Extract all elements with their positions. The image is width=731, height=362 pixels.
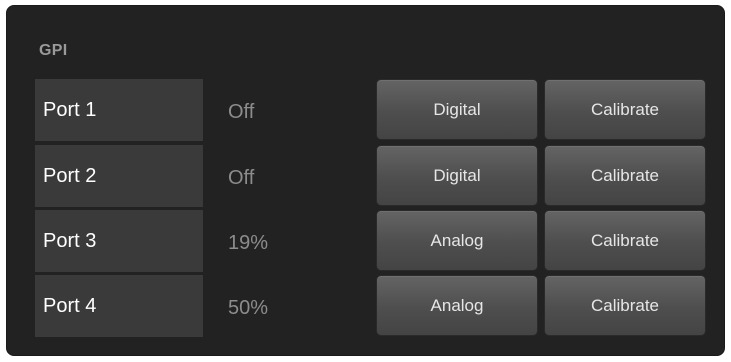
mode-button[interactable]: Analog [376,210,538,271]
mode-button[interactable]: Analog [376,275,538,336]
calibrate-button[interactable]: Calibrate [544,145,706,206]
port-row: Port 1 Off Digital Calibrate [0,79,731,141]
panel-title: GPI [39,42,68,59]
port-row: Port 4 50% Analog Calibrate [0,275,731,337]
calibrate-button[interactable]: Calibrate [544,210,706,271]
port-name: Port 3 [35,210,203,272]
port-status: 19% [228,232,269,254]
mode-button[interactable]: Digital [376,145,538,206]
port-status: 50% [228,297,269,319]
mode-button[interactable]: Digital [376,79,538,140]
port-status: Off [228,167,255,189]
port-name: Port 2 [35,145,203,207]
calibrate-button[interactable]: Calibrate [544,275,706,336]
port-name: Port 1 [35,79,203,141]
port-status: Off [228,101,255,123]
port-row: Port 3 19% Analog Calibrate [0,210,731,272]
port-row: Port 2 Off Digital Calibrate [0,145,731,207]
calibrate-button[interactable]: Calibrate [544,79,706,140]
port-name: Port 4 [35,275,203,337]
